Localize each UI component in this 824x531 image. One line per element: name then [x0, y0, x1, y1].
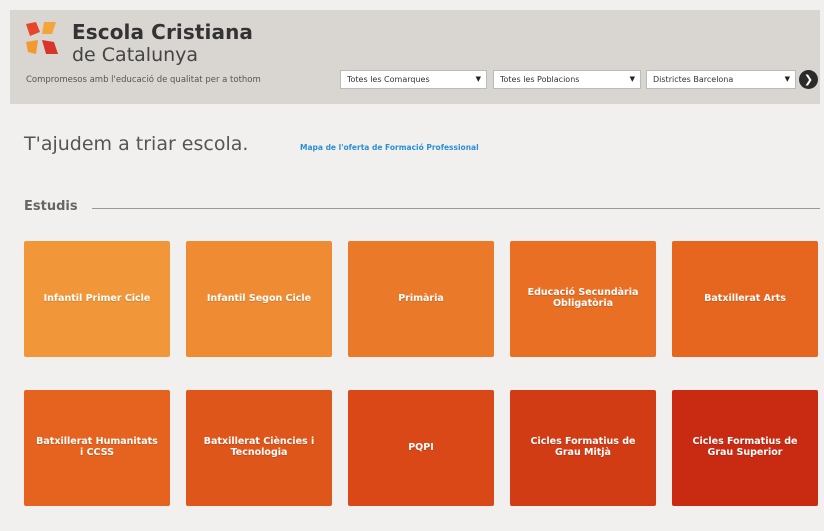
poblacions-select[interactable]: Totes les Poblacions ▼ [493, 70, 641, 89]
site-header: Escola Cristiana de Catalunya Compromeso… [10, 10, 820, 104]
study-tile[interactable]: Primària [348, 241, 494, 357]
logo-icon[interactable] [24, 20, 64, 60]
study-tile[interactable]: Cicles Formatius de Grau Superior [672, 390, 818, 506]
section-divider [92, 208, 820, 209]
section-title: Estudis [24, 199, 78, 214]
comarques-select[interactable]: Totes les Comarques ▼ [340, 70, 487, 89]
go-arrow-icon[interactable]: ❯ [799, 70, 818, 89]
study-tile[interactable]: Infantil Segon Cicle [186, 241, 332, 357]
comarques-select-value: Totes les Comarques [347, 75, 430, 84]
tagline: Compromesos amb l'educació de qualitat p… [26, 75, 261, 85]
study-tile[interactable]: Educació Secundària Obligatòria [510, 241, 656, 357]
brand-subname[interactable]: de Catalunya [72, 44, 198, 66]
study-tile[interactable]: Batxillerat Ciències i Tecnologia [186, 390, 332, 506]
study-tile[interactable]: Infantil Primer Cicle [24, 241, 170, 357]
districtes-select-value: Districtes Barcelona [653, 75, 734, 84]
chevron-down-icon: ▼ [784, 75, 790, 83]
study-tile[interactable]: PQPI [348, 390, 494, 506]
poblacions-select-value: Totes les Poblacions [500, 75, 580, 84]
fp-map-link[interactable]: Mapa de l'oferta de Formació Professiona… [300, 143, 479, 152]
chevron-down-icon: ▼ [475, 75, 481, 83]
study-tile[interactable]: Cicles Formatius de Grau Mitjà [510, 390, 656, 506]
study-tile[interactable]: Batxillerat Humanitats i CCSS [24, 390, 170, 506]
study-tile[interactable]: Batxillerat Arts [672, 241, 818, 357]
chevron-down-icon: ▼ [629, 75, 635, 83]
page-title: T'ajudem a triar escola. [24, 133, 249, 155]
districtes-select[interactable]: Districtes Barcelona ▼ [646, 70, 796, 89]
brand-name[interactable]: Escola Cristiana [72, 20, 253, 44]
